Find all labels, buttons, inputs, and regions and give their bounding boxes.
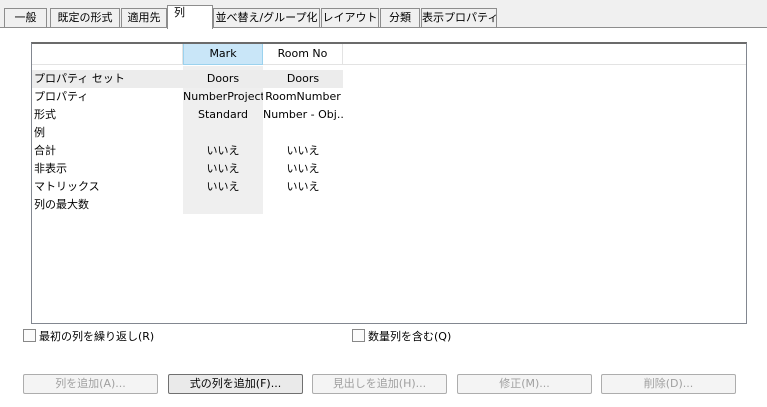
grid-cell[interactable]: [263, 124, 343, 142]
row-label: 例: [34, 126, 45, 139]
grid-cell[interactable]: いいえ: [263, 178, 343, 196]
grid-cell[interactable]: いいえ: [183, 142, 263, 160]
tab-strip: 一般 既定の形式 適用先 列 並べ替え/グループ化 レイアウト 分類 表示プロパ…: [0, 0, 767, 29]
repeat-first-column-label: 最初の列を繰り返し(R): [39, 330, 155, 343]
include-quantity-column-label: 数量列を含む(Q): [368, 330, 452, 343]
grid-cell[interactable]: Number - Obj...: [263, 106, 343, 124]
grid-cell[interactable]: いいえ: [263, 160, 343, 178]
grid-cell[interactable]: RoomNumber: [263, 88, 343, 106]
grid-cell[interactable]: [183, 196, 263, 214]
tab-classification[interactable]: 分類: [380, 8, 420, 27]
repeat-first-column-checkbox[interactable]: [23, 329, 36, 342]
grid-cell[interactable]: Doors: [263, 70, 343, 88]
tab-layout[interactable]: レイアウト: [321, 8, 379, 27]
delete-button[interactable]: 削除(D)...: [601, 374, 736, 394]
row-label: 合計: [34, 144, 56, 157]
tab-default-format[interactable]: 既定の形式: [50, 8, 120, 27]
grid-cell[interactable]: Doors: [183, 70, 263, 88]
tab-applies-to[interactable]: 適用先: [121, 8, 167, 27]
row-label: プロパティ セット: [34, 72, 125, 85]
include-quantity-column-option[interactable]: 数量列を含む(Q): [352, 329, 451, 345]
grid-cell[interactable]: [263, 196, 343, 214]
grid-cell[interactable]: いいえ: [263, 142, 343, 160]
row-label: 列の最大数: [34, 198, 89, 211]
row-label: プロパティ: [34, 90, 89, 103]
add-column-button[interactable]: 列を追加(A)...: [23, 374, 158, 394]
row-label: 非表示: [34, 162, 67, 175]
column-header-mark[interactable]: Mark: [183, 44, 263, 65]
grid-cell[interactable]: いいえ: [183, 160, 263, 178]
columns-grid[interactable]: Mark Room No プロパティ セット Doors Doors プロパティ…: [31, 42, 747, 324]
tab-columns[interactable]: 列: [167, 5, 213, 29]
include-quantity-column-checkbox[interactable]: [352, 329, 365, 342]
row-label: マトリックス: [34, 180, 100, 193]
column-header-room-no[interactable]: Room No: [263, 44, 343, 65]
row-label: 形式: [34, 108, 56, 121]
tab-display-properties[interactable]: 表示プロパティ: [421, 8, 498, 27]
tab-general[interactable]: 一般: [4, 8, 47, 27]
modify-button[interactable]: 修正(M)...: [457, 374, 592, 394]
add-header-button[interactable]: 見出しを追加(H)...: [312, 374, 447, 394]
grid-cell[interactable]: NumberProject: [183, 88, 263, 106]
grid-header: Mark Room No: [32, 44, 746, 65]
grid-cell[interactable]: [183, 124, 263, 142]
tab-sorting-grouping[interactable]: 並べ替え/グループ化: [213, 8, 320, 27]
row-label-header: [32, 44, 183, 65]
grid-cell[interactable]: Standard: [183, 106, 263, 124]
repeat-first-column-option[interactable]: 最初の列を繰り返し(R): [23, 329, 154, 345]
add-formula-column-button[interactable]: 式の列を追加(F)...: [168, 374, 303, 394]
grid-cell[interactable]: いいえ: [183, 178, 263, 196]
